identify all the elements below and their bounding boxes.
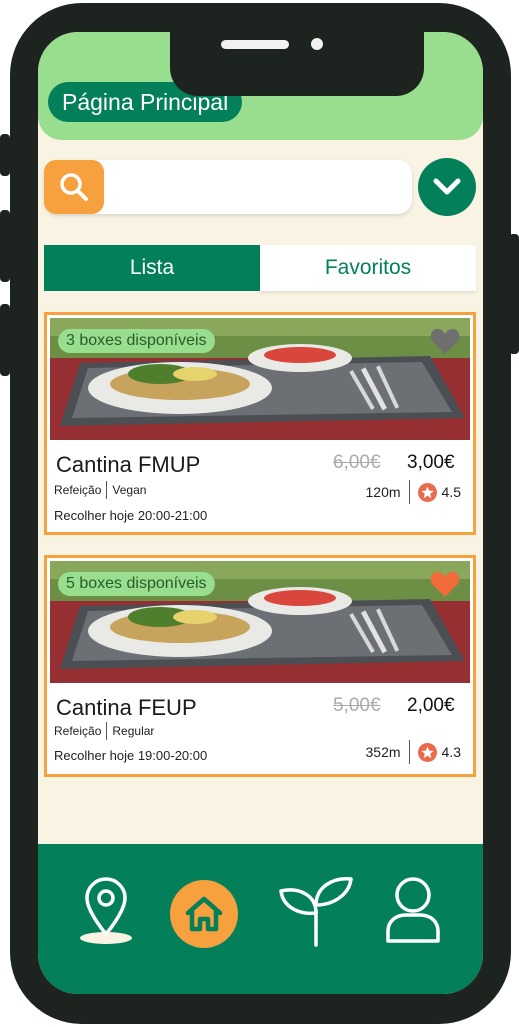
filter-dropdown-button[interactable] (418, 158, 476, 216)
star-icon (417, 482, 437, 502)
rating: 4.5 (441, 484, 461, 500)
tag-divider (106, 722, 108, 740)
nav-home[interactable] (168, 878, 240, 950)
restaurant-name: Cantina FEUP (56, 695, 197, 720)
tab-bar: Lista Favoritos (44, 245, 476, 291)
distance: 352m (365, 744, 401, 760)
meal-tags: Refeição Regular (54, 722, 154, 740)
chevron-down-icon (433, 178, 461, 195)
tag-category: Refeição (54, 483, 102, 497)
heart-icon[interactable] (430, 328, 460, 355)
food-photo: 3 boxes disponíveis (50, 318, 470, 440)
distance: 120m (365, 484, 401, 500)
search-button[interactable] (44, 160, 104, 214)
food-photo: 5 boxes disponíveis (50, 561, 470, 683)
tag-diet: Vegan (112, 483, 147, 497)
nav-sustainability[interactable] (276, 872, 356, 948)
phone-side-button (0, 134, 10, 176)
meal-tags: Refeição Vegan (54, 481, 146, 499)
rating: 4.3 (441, 744, 461, 760)
search-icon (60, 173, 88, 201)
restaurant-name: Cantina FMUP (56, 452, 201, 477)
old-price: 5,00€ (333, 695, 381, 716)
app-screen: Página Principal Lista Favoritos 3 boxes… (38, 32, 483, 994)
nav-map[interactable] (74, 874, 138, 948)
pickup-time: Recolher hoje 19:00-20:00 (54, 748, 208, 763)
tab-lista[interactable]: Lista (44, 245, 260, 291)
availability-badge: 3 boxes disponíveis (58, 329, 215, 353)
phone-side-button (0, 210, 10, 282)
tab-favoritos[interactable]: Favoritos (260, 245, 476, 291)
sprout-icon (279, 877, 353, 947)
availability-badge: 5 boxes disponíveis (58, 572, 215, 596)
meta-divider (408, 740, 410, 764)
bottom-nav (38, 844, 483, 994)
price: 2,00€ (407, 695, 455, 716)
search-bar[interactable] (44, 160, 412, 214)
tag-diet: Regular (112, 724, 155, 738)
map-pin-icon (80, 877, 132, 944)
phone-side-button (509, 234, 519, 354)
heart-icon[interactable] (430, 571, 460, 598)
old-price: 6,00€ (333, 452, 381, 473)
price: 3,00€ (407, 452, 455, 473)
tag-divider (106, 481, 108, 499)
card-meta: 120m 4.5 (365, 480, 461, 504)
nav-profile[interactable] (383, 874, 443, 946)
offer-card[interactable]: 3 boxes disponíveis Cantina FMUP 6,00€ 3… (44, 312, 476, 535)
pickup-time: Recolher hoje 20:00-21:00 (54, 508, 208, 523)
search-input[interactable] (108, 168, 398, 206)
home-active-indicator (170, 880, 238, 948)
phone-speaker (221, 40, 289, 49)
user-icon (386, 877, 440, 943)
meta-divider (408, 480, 410, 504)
phone-notch (170, 32, 424, 96)
phone-camera (311, 38, 323, 50)
tag-category: Refeição (54, 724, 102, 738)
home-icon (185, 896, 223, 932)
star-icon (417, 742, 437, 762)
offer-card[interactable]: 5 boxes disponíveis Cantina FEUP 5,00€ 2… (44, 555, 476, 777)
card-meta: 352m 4.3 (365, 740, 461, 764)
phone-side-button (0, 304, 10, 376)
